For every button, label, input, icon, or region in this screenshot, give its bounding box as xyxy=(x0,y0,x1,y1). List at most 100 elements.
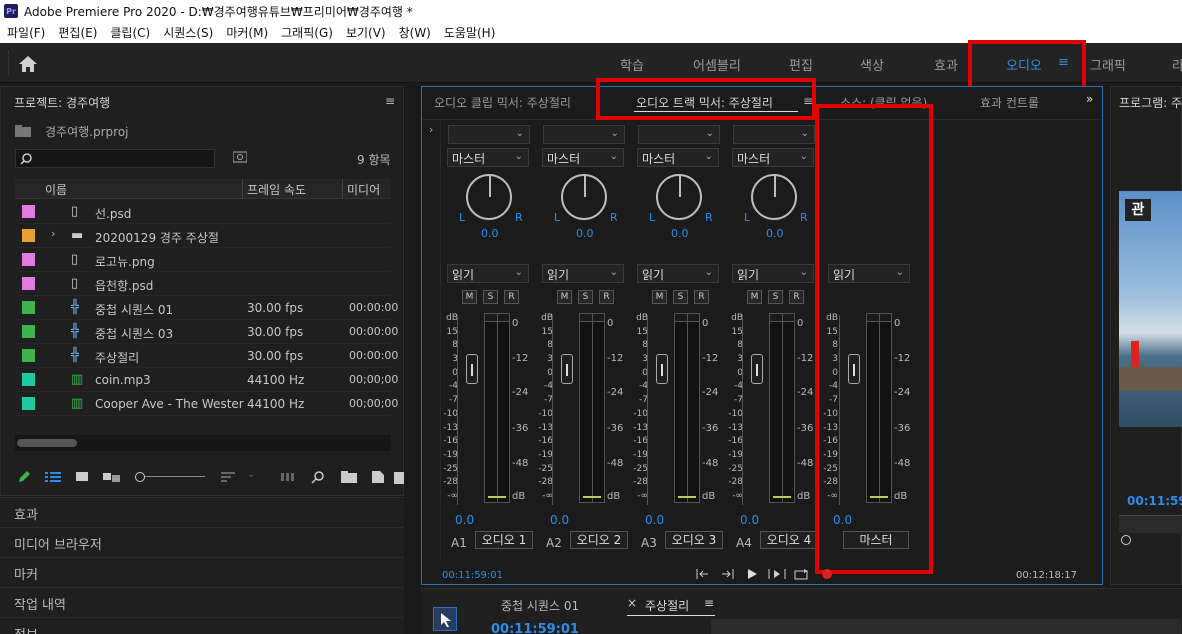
pan-value[interactable]: 0.0 xyxy=(576,227,594,240)
project-list-item[interactable]: ▯ 선.psd xyxy=(15,200,391,224)
mixer-timecode-current[interactable]: 00:11:59:01 xyxy=(442,570,503,581)
pan-knob[interactable] xyxy=(561,174,607,220)
track-name-label[interactable]: 오디오 4 xyxy=(760,531,818,549)
play-icon[interactable] xyxy=(746,568,758,580)
solo-button[interactable]: S xyxy=(578,290,593,304)
solo-button[interactable]: S xyxy=(673,290,688,304)
program-time-ruler[interactable] xyxy=(1119,515,1182,533)
label-color-swatch[interactable] xyxy=(22,349,35,362)
program-zoom-handle[interactable] xyxy=(1121,535,1131,545)
home-icon[interactable] xyxy=(18,55,38,73)
volume-value[interactable]: 0.0 xyxy=(645,513,664,527)
tab-audio-clip-mixer[interactable]: 오디오 클립 믹서: 주상절리 xyxy=(434,94,571,111)
pan-value[interactable]: 0.0 xyxy=(481,227,499,240)
volume-fader-handle[interactable] xyxy=(742,315,763,505)
label-color-swatch[interactable] xyxy=(22,253,35,266)
pencil-icon[interactable] xyxy=(17,470,31,484)
new-bin-icon[interactable] xyxy=(341,471,357,483)
workspace-editing[interactable]: 편집 xyxy=(789,55,813,74)
automation-mode-dropdown[interactable]: 읽기 ⌄ xyxy=(732,264,814,283)
info-panel-tab[interactable]: 정보 xyxy=(0,617,404,634)
expand-chevron-icon[interactable]: › xyxy=(51,227,55,240)
mute-button[interactable]: M xyxy=(747,290,762,304)
markers-panel-tab[interactable]: 마커 xyxy=(0,557,404,587)
project-list-item[interactable]: ╬ 중첩 시퀀스 01 30.00 fps 00:00:00 xyxy=(15,296,398,320)
label-color-swatch[interactable] xyxy=(22,325,35,338)
program-timecode[interactable]: 00:11:59 xyxy=(1127,494,1182,508)
new-item-icon[interactable] xyxy=(371,470,385,484)
pan-value[interactable]: 0.0 xyxy=(766,227,784,240)
output-route-dropdown[interactable]: 마스터 ⌄ xyxy=(447,148,529,167)
volume-value[interactable]: 0.0 xyxy=(550,513,569,527)
timeline-tab-nested-seq-01[interactable]: 중첩 시퀀스 01 xyxy=(501,597,579,614)
project-title[interactable]: 프로젝트: 경주여행 xyxy=(14,94,110,111)
menu-sequence[interactable]: 시퀀스(S) xyxy=(163,24,213,41)
pan-knob[interactable] xyxy=(751,174,797,220)
output-route-dropdown[interactable]: 마스터 ⌄ xyxy=(637,148,719,167)
menu-window[interactable]: 창(W) xyxy=(399,24,431,41)
project-list-item[interactable]: ▥ Cooper Ave - The Wester 44100 Hz 00;00;00 xyxy=(15,392,398,416)
automation-mode-dropdown[interactable]: 읽기 ⌄ xyxy=(637,264,719,283)
mute-button[interactable]: M xyxy=(557,290,572,304)
project-list-item[interactable]: ▯ 읍천항.psd xyxy=(15,272,391,296)
workspace-libraries[interactable]: 라 xyxy=(1172,55,1182,74)
list-view-icon[interactable] xyxy=(45,471,61,483)
pan-knob[interactable] xyxy=(466,174,512,220)
col-name[interactable]: 이름 xyxy=(45,181,67,198)
project-list-item[interactable]: ╬ 주상절리 30.00 fps 00:00:00 xyxy=(15,344,398,368)
project-list-item[interactable]: ▯ 로고뉴.png xyxy=(15,248,391,272)
automation-mode-dropdown[interactable]: 읽기 ⌄ xyxy=(447,264,529,283)
selection-tool-button[interactable] xyxy=(433,607,457,631)
timeline-ruler[interactable] xyxy=(711,619,1181,634)
record-enable-button[interactable]: R xyxy=(504,290,519,304)
zoom-slider[interactable] xyxy=(135,472,205,482)
play-in-to-out-icon[interactable] xyxy=(768,568,786,580)
volume-fader-handle[interactable] xyxy=(552,315,573,505)
record-enable-button[interactable]: R xyxy=(789,290,804,304)
go-to-out-icon[interactable] xyxy=(720,568,734,580)
mute-button[interactable]: M xyxy=(652,290,667,304)
sort-chevron-icon[interactable]: ⌄ xyxy=(247,469,255,480)
mute-button[interactable]: M xyxy=(462,290,477,304)
freeform-view-icon[interactable] xyxy=(103,471,121,483)
label-color-swatch[interactable] xyxy=(22,397,35,410)
menu-graphics[interactable]: 그래픽(G) xyxy=(281,24,333,41)
pan-value[interactable]: 0.0 xyxy=(671,227,689,240)
program-video-frame[interactable]: 관 xyxy=(1119,191,1182,427)
record-enable-button[interactable]: R xyxy=(694,290,709,304)
menu-file[interactable]: 파일(F) xyxy=(7,24,45,41)
volume-fader-handle[interactable] xyxy=(457,315,478,505)
track-name-label[interactable]: 오디오 2 xyxy=(570,531,628,549)
effects-panel-tab[interactable]: 효과 xyxy=(0,497,404,527)
effect-dropdown[interactable]: ⌄ xyxy=(638,125,720,144)
volume-value[interactable]: 0.0 xyxy=(455,513,474,527)
workspace-learning[interactable]: 학습 xyxy=(620,55,644,74)
menu-edit[interactable]: 편집(E) xyxy=(58,24,97,41)
menu-marker[interactable]: 마커(M) xyxy=(226,24,268,41)
label-color-swatch[interactable] xyxy=(22,205,35,218)
workspace-graphics[interactable]: 그래픽 xyxy=(1090,55,1126,74)
go-to-in-icon[interactable] xyxy=(696,568,710,580)
automate-sequence-icon[interactable] xyxy=(281,471,295,483)
project-menu-icon[interactable]: ≡ xyxy=(385,94,395,108)
media-browser-panel-tab[interactable]: 미디어 브라우저 xyxy=(0,527,404,557)
timeline-timecode[interactable]: 00:11:59:01 xyxy=(491,622,579,634)
record-enable-button[interactable]: R xyxy=(599,290,614,304)
more-tabs-icon[interactable]: » xyxy=(1086,92,1093,106)
project-list-item[interactable]: › ▬ 20200129 경주 주상절 xyxy=(15,224,391,248)
find-search-icon[interactable] xyxy=(311,470,325,484)
pan-knob[interactable] xyxy=(656,174,702,220)
col-media[interactable]: 미디어 xyxy=(347,181,380,198)
project-scrollbar-thumb[interactable] xyxy=(17,439,77,447)
record-button[interactable] xyxy=(822,569,832,579)
solo-button[interactable]: S xyxy=(483,290,498,304)
timeline-tab-close-icon[interactable]: × xyxy=(627,596,637,610)
timeline-tab-jusangjeolli[interactable]: 주상절리 xyxy=(645,597,689,614)
tab-effect-controls[interactable]: 효과 컨트롤 xyxy=(980,94,1039,111)
col-framerate[interactable]: 프레임 속도 xyxy=(247,181,306,198)
program-monitor-title[interactable]: 프로그램: 주 xyxy=(1119,94,1182,111)
menu-view[interactable]: 보기(V) xyxy=(346,24,386,41)
show-effects-chevron-icon[interactable]: › xyxy=(429,123,433,136)
effect-dropdown[interactable]: ⌄ xyxy=(448,125,530,144)
timeline-tab-menu-icon[interactable]: ≡ xyxy=(704,596,714,610)
